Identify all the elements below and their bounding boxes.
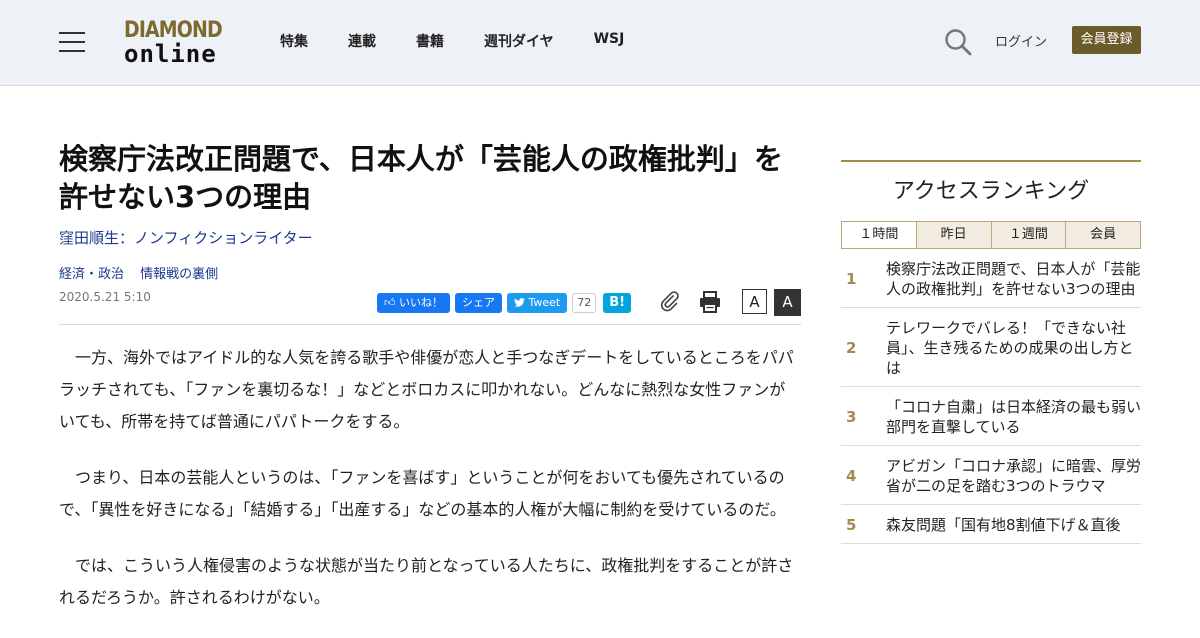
author-link[interactable]: 窪田順生：ノンフィクションライター <box>59 227 313 248</box>
ranking-item[interactable]: 5 森友問題「国有地8割値下げ＆直後 <box>841 505 1141 544</box>
paperclip-icon[interactable] <box>658 290 680 312</box>
ranking-title: アクセスランキング <box>892 179 1090 204</box>
rank-number: 2 <box>846 339 857 357</box>
twitter-bird-icon <box>514 298 525 307</box>
thumbs-up-icon: 👍︎ <box>384 296 396 309</box>
main-nav: 特集 連載 書籍 週刊ダイヤ WSJ <box>280 31 664 51</box>
nav-item-series[interactable]: 連載 <box>348 31 376 51</box>
site-header: DIAMOND online 特集 連載 書籍 週刊ダイヤ WSJ ログイン 会… <box>0 0 1200 86</box>
search-icon[interactable] <box>944 28 972 56</box>
rank-number: 3 <box>846 408 857 426</box>
rank-title: 「コロナ自粛」は日本経済の最も弱い部門を直撃している <box>886 398 1142 436</box>
ranking-tabs: １時間 昨日 １週間 会員 <box>841 221 1141 249</box>
ranking-item[interactable]: 3 「コロナ自粛」は日本経済の最も弱い部門を直撃している <box>841 387 1141 446</box>
tab-members[interactable]: 会員 <box>1065 222 1140 248</box>
tab-yesterday[interactable]: 昨日 <box>915 222 991 248</box>
rank-title: アビガン「コロナ承認」に暗雲、厚労省が二の足を踏む3つのトラウマ <box>886 457 1142 495</box>
hamburger-menu-icon[interactable] <box>59 32 85 52</box>
article-paragraph: つまり、日本の芸能人というのは、「ファンを喜ばす」ということが何をおいても優先さ… <box>59 468 786 519</box>
tab-1-hour[interactable]: １時間 <box>842 222 916 248</box>
register-button[interactable]: 会員登録 <box>1072 26 1141 54</box>
tweet-count: 72 <box>572 293 597 313</box>
login-link[interactable]: ログイン <box>995 31 1047 50</box>
printer-icon[interactable] <box>698 290 722 314</box>
ranking-item[interactable]: 4 アビガン「コロナ承認」に暗雲、厚労省が二の足を踏む3つのトラウマ <box>841 446 1141 505</box>
nav-item-weekly-diamond[interactable]: 週刊ダイヤ <box>484 31 554 51</box>
rank-number: 5 <box>846 516 857 534</box>
rank-number: 4 <box>846 467 857 485</box>
article-body: 一方、海外ではアイドル的な人気を誇る歌手や俳優が恋人と手つなぎデートをしていると… <box>59 342 801 638</box>
category-links: 経済・政治 情報戦の裏側 <box>59 263 230 282</box>
category-information-war[interactable]: 情報戦の裏側 <box>140 267 218 282</box>
publish-date: 2020.5.21 5:10 <box>59 290 151 304</box>
facebook-like-button[interactable]: 👍︎ いいね！ <box>377 293 450 313</box>
category-economy-politics[interactable]: 経済・政治 <box>59 267 124 282</box>
rank-title: テレワークでバレる！「できない社員」、生き残るための成果の出し方とは <box>886 319 1134 377</box>
logo-line2: online <box>124 40 217 68</box>
article-title: 検察庁法改正問題で、日本人が「芸能人の政権批判」を許せない3つの理由 <box>59 142 783 214</box>
site-logo[interactable]: DIAMOND online <box>124 18 228 68</box>
divider <box>59 324 801 325</box>
font-size-small-button[interactable]: A <box>742 289 767 314</box>
article-paragraph: 一方、海外ではアイドル的な人気を誇る歌手や俳優が恋人と手つなぎデートをしていると… <box>59 348 794 431</box>
tab-1-week[interactable]: １週間 <box>990 222 1066 248</box>
tweet-label: Tweet <box>528 296 561 309</box>
ranking-list: 1 検察庁法改正問題で、日本人が「芸能人の政権批判」を許せない3つの理由 2 テ… <box>841 249 1141 544</box>
logo-line1: DIAMOND <box>124 18 223 43</box>
access-ranking-sidebar: アクセスランキング １時間 昨日 １週間 会員 1 検察庁法改正問題で、日本人が… <box>841 160 1141 544</box>
nav-item-features[interactable]: 特集 <box>280 31 308 51</box>
sidebar-top-rule <box>841 160 1141 162</box>
font-size-large-button[interactable]: A <box>774 289 801 316</box>
nav-item-books[interactable]: 書籍 <box>416 31 444 51</box>
tweet-button[interactable]: Tweet <box>507 293 568 313</box>
rank-number: 1 <box>846 270 857 288</box>
rank-title: 森友問題「国有地8割値下げ＆直後 <box>886 516 1121 534</box>
ranking-item[interactable]: 1 検察庁法改正問題で、日本人が「芸能人の政権批判」を許せない3つの理由 <box>841 249 1141 308</box>
facebook-share-button[interactable]: シェア <box>455 293 502 313</box>
share-buttons: 👍︎ いいね！ シェア Tweet 72 B! <box>377 292 636 314</box>
facebook-like-label: いいね！ <box>399 296 443 309</box>
nav-item-wsj[interactable]: WSJ <box>594 31 625 51</box>
rank-title: 検察庁法改正問題で、日本人が「芸能人の政権批判」を許せない3つの理由 <box>886 260 1141 298</box>
article-paragraph: では、こういう人権侵害のような状態が当たり前となっている人たちに、政権批判をする… <box>59 556 794 607</box>
ranking-item[interactable]: 2 テレワークでバレる！「できない社員」、生き残るための成果の出し方とは <box>841 308 1141 387</box>
hatena-bookmark-button[interactable]: B! <box>603 293 632 313</box>
